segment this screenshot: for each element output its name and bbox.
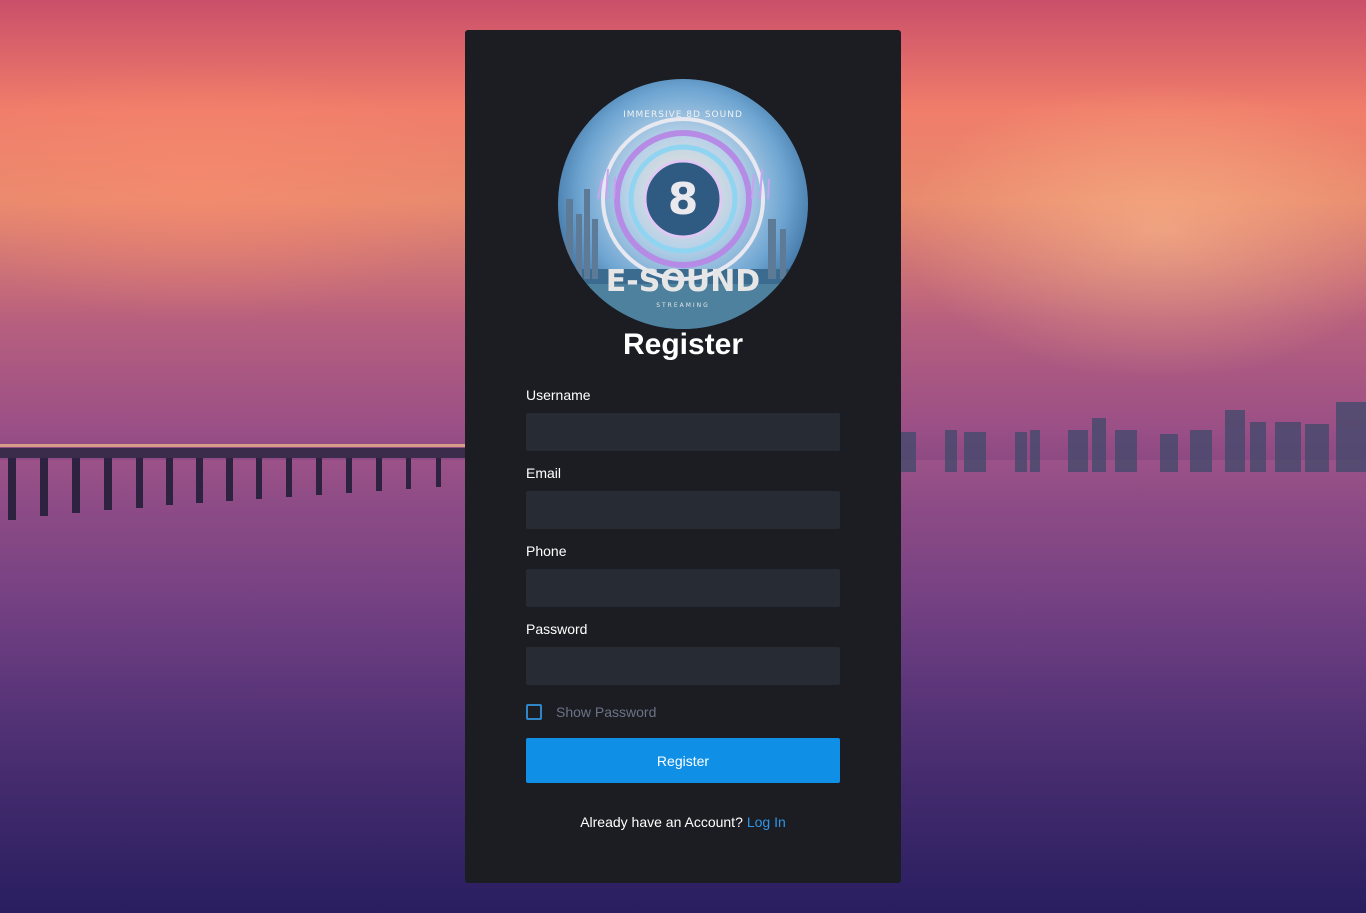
- register-card: 8 E-SOUND STREAMING IMMERSIVE 8D SOUND R…: [465, 30, 901, 883]
- phone-label: Phone: [526, 543, 567, 559]
- e-sound-logo: 8 E-SOUND STREAMING IMMERSIVE 8D SOUND: [558, 79, 808, 329]
- show-password-checkbox[interactable]: [526, 704, 542, 720]
- logo-subtext: STREAMING: [656, 302, 710, 309]
- username-label: Username: [526, 387, 591, 403]
- login-prompt: Already have an Account? Log In: [465, 814, 901, 830]
- email-input[interactable]: [526, 491, 840, 529]
- show-password-label[interactable]: Show Password: [556, 704, 656, 720]
- login-prompt-text: Already have an Account?: [580, 814, 743, 830]
- password-label: Password: [526, 621, 588, 637]
- city-skyline: [900, 402, 1366, 472]
- logo-emblem-text: 8: [668, 174, 699, 225]
- sunset-glow: [900, 80, 1366, 380]
- register-button[interactable]: Register: [526, 738, 840, 783]
- show-password-row[interactable]: Show Password: [526, 703, 656, 721]
- username-input[interactable]: [526, 413, 840, 451]
- logo-emblem-icon: 8 E-SOUND STREAMING IMMERSIVE 8D SOUND: [558, 110, 808, 329]
- login-link[interactable]: Log In: [747, 814, 786, 830]
- logo-brand-text: E-SOUND: [606, 264, 760, 299]
- bridge-silhouette: [0, 444, 470, 520]
- sunset-glow-left: [0, 60, 480, 320]
- logo-tagline: IMMERSIVE 8D SOUND: [623, 110, 743, 120]
- password-input[interactable]: [526, 647, 840, 685]
- email-label: Email: [526, 465, 562, 481]
- phone-input[interactable]: [526, 569, 840, 607]
- page-title: Register: [622, 328, 744, 361]
